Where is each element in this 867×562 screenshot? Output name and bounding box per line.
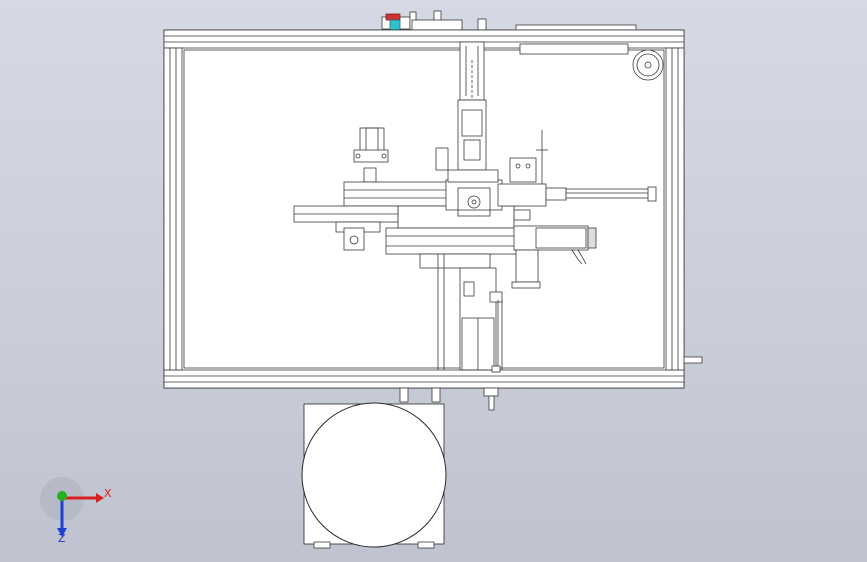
cad-graphics-viewport[interactable]: X Z [0, 0, 867, 562]
x-axis-label: X [104, 487, 112, 500]
coordinate-triad: X Z [40, 477, 112, 545]
y-axis-dot [57, 491, 67, 501]
cyan-fitting [389, 19, 401, 31]
rotary-table [301, 387, 447, 549]
z-axis-label: Z [58, 532, 66, 545]
top-fittings [381, 10, 637, 32]
red-knob [385, 13, 401, 21]
machine-drawing: X Z [40, 10, 703, 549]
